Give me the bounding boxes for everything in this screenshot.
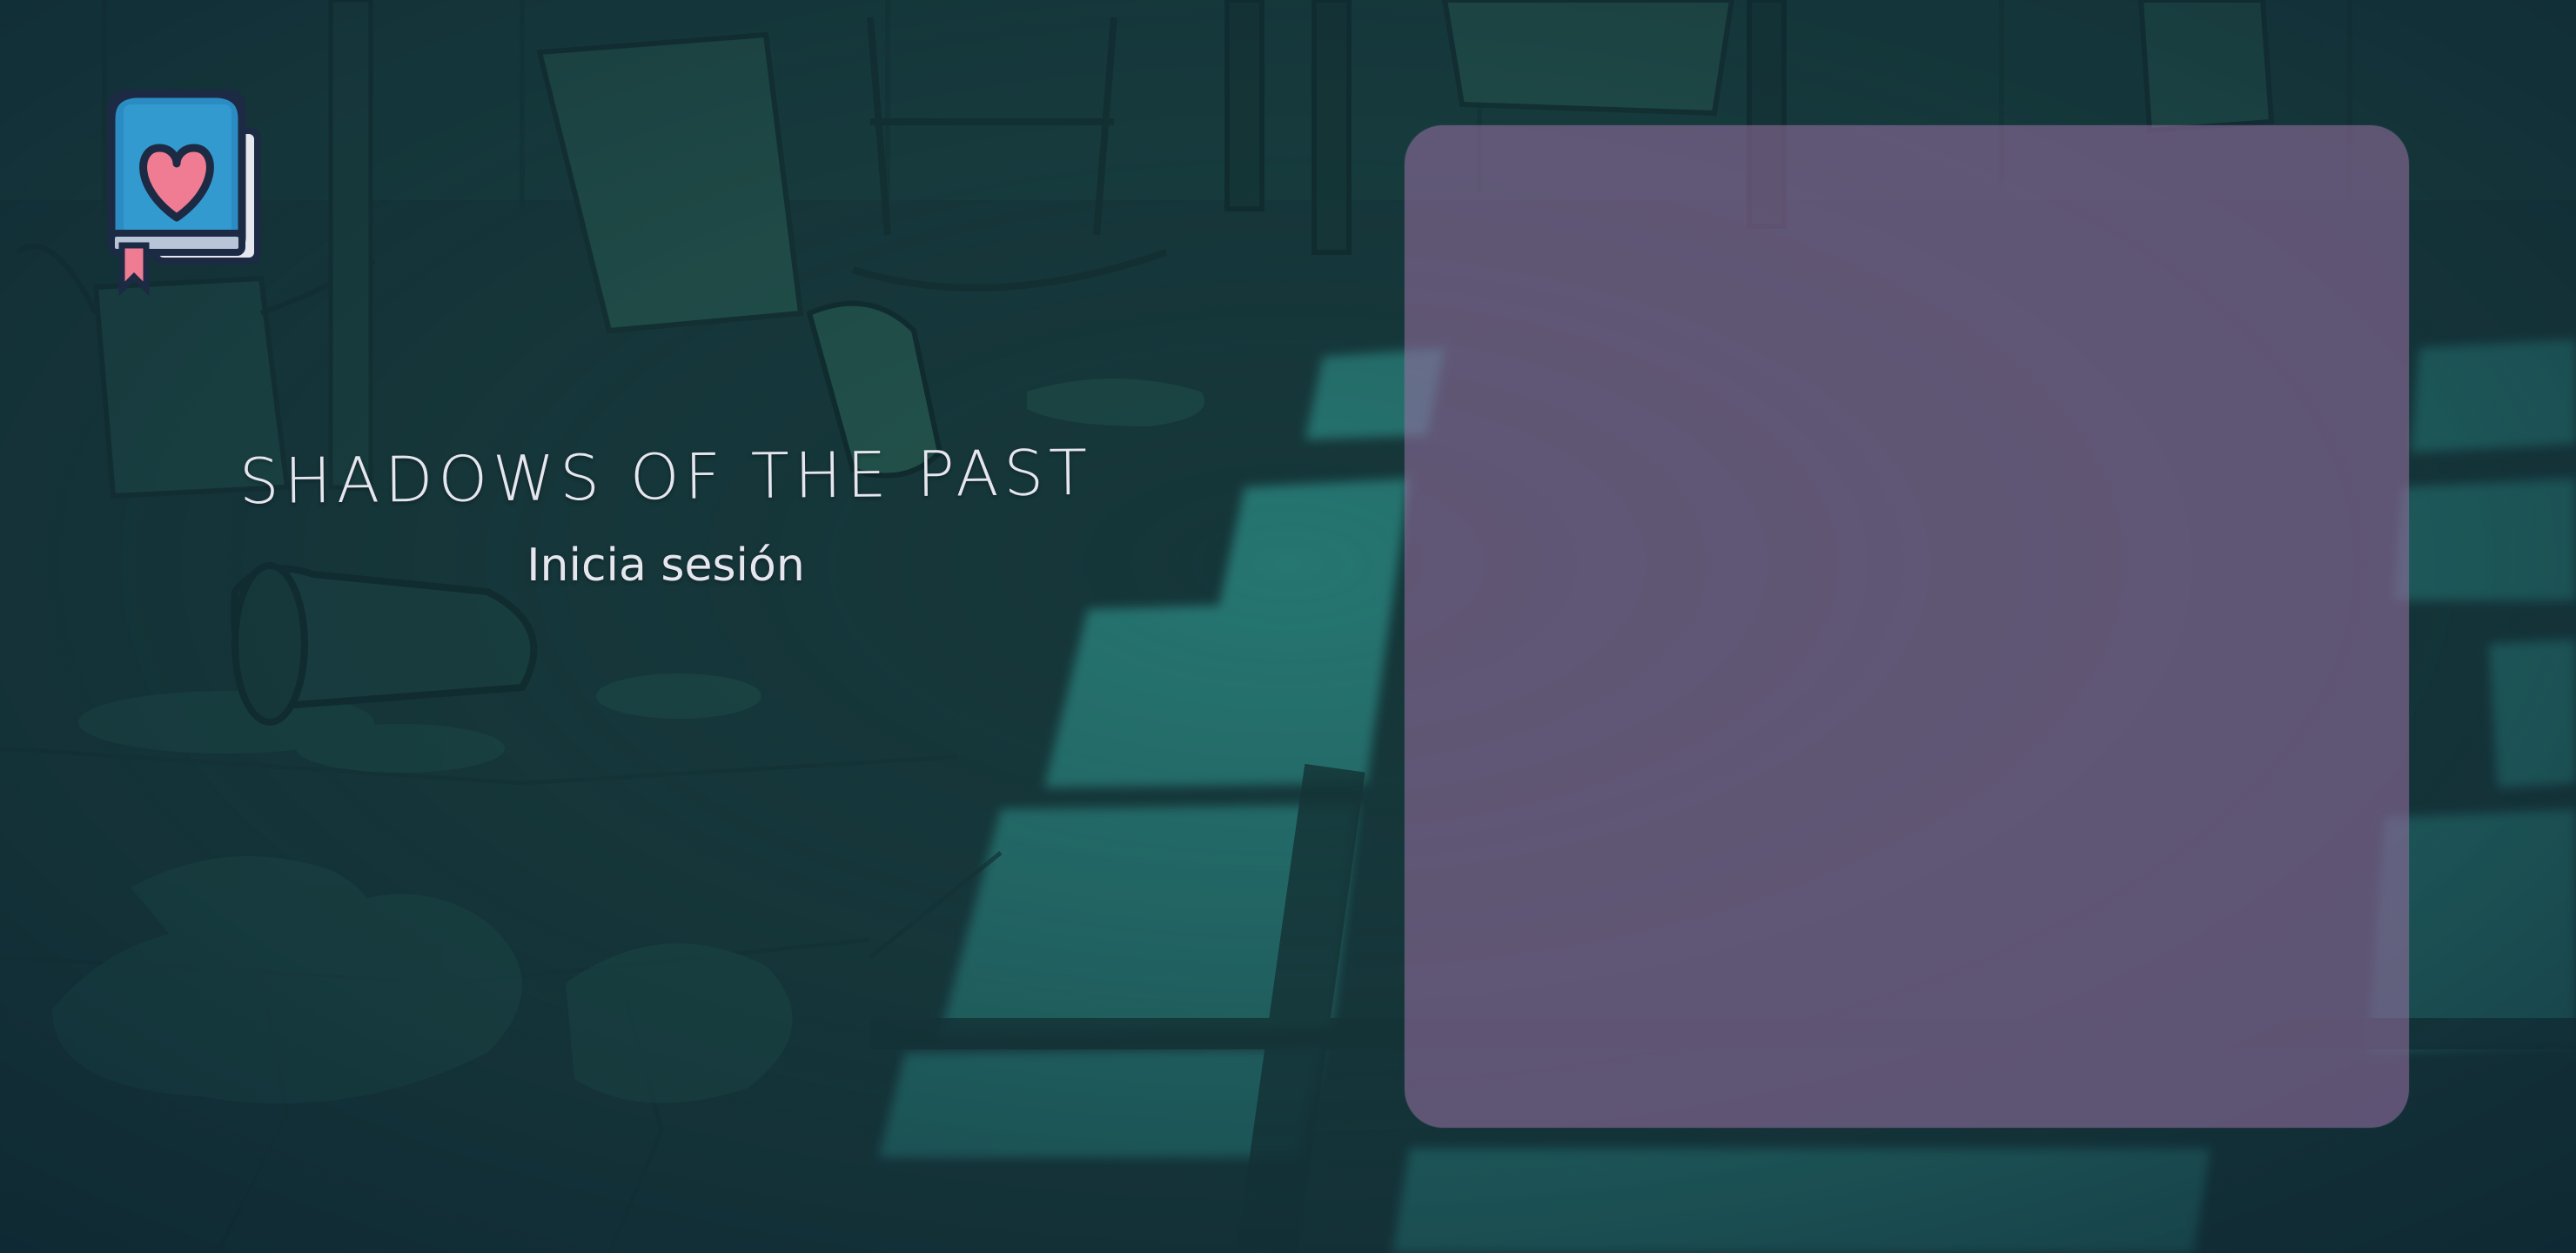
- game-logo: [103, 87, 268, 297]
- book-heart-icon: [107, 90, 261, 297]
- title-block: SHADOWS OF THE PAST Inicia sesión: [218, 436, 1114, 593]
- game-title: SHADOWS OF THE PAST: [238, 435, 1093, 519]
- login-subtitle: Inicia sesión: [527, 539, 805, 593]
- login-panel: [1405, 125, 2409, 1128]
